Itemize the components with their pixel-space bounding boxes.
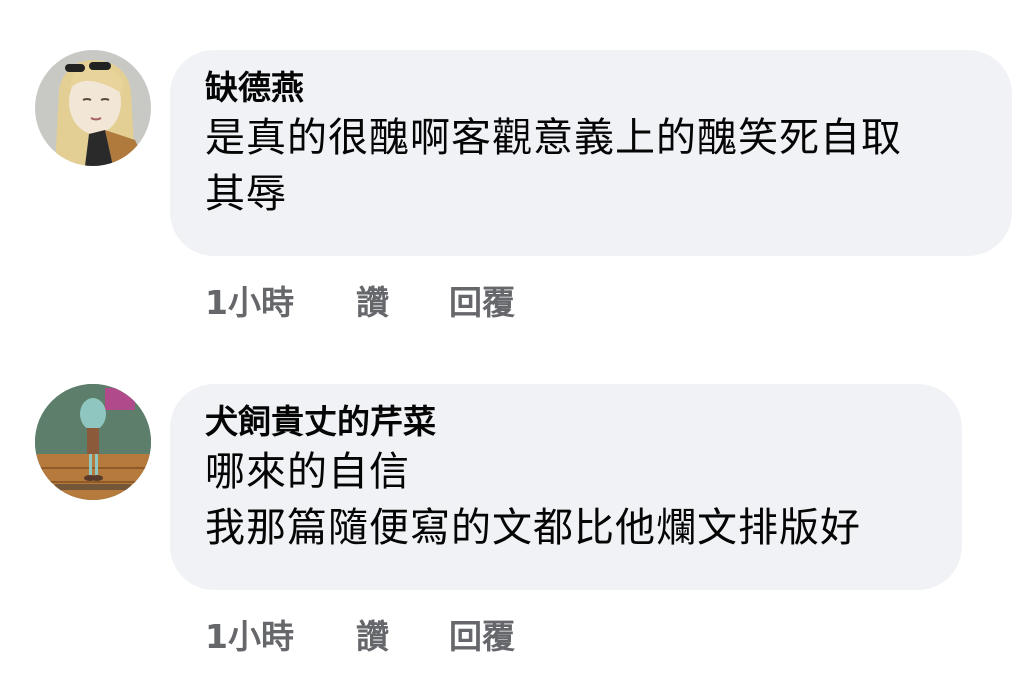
- user-avatar-icon: [35, 384, 151, 500]
- like-button[interactable]: 讚: [356, 610, 389, 658]
- comment-item: 犬飼貴丈的芹菜 哪來的自信 我那篇隨便寫的文都比他爛文排版好 1小時 讚 回覆: [0, 0, 1024, 690]
- comment-bubble: 犬飼貴丈的芹菜 哪來的自信 我那篇隨便寫的文都比他爛文排版好: [170, 384, 962, 590]
- avatar[interactable]: [35, 384, 151, 500]
- comment-author[interactable]: 犬飼貴丈的芹菜: [205, 400, 926, 444]
- comment-text-line: 哪來的自信: [205, 449, 410, 495]
- comment-timestamp[interactable]: 1小時: [205, 610, 294, 658]
- comment-actions: 1小時 讚 回覆: [205, 610, 515, 658]
- comment-text-line: 我那篇隨便寫的文都比他爛文排版好: [205, 505, 861, 551]
- reply-button[interactable]: 回覆: [449, 610, 515, 658]
